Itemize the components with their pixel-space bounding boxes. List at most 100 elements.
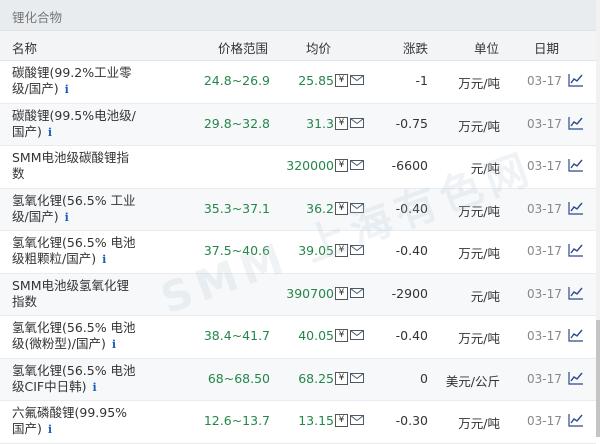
yen-icon[interactable]: ¥ [335,286,348,300]
trend-chart-icon[interactable] [568,328,584,342]
price-change: 0 [420,370,428,386]
unit: 万元/吨 [458,246,500,261]
mail-icon[interactable] [350,160,364,170]
col-date-header: 日期 [534,41,560,56]
table-row[interactable]: 氢氧化锂(56.5% 电池级粗颗粒/国产) i 37.5~40.6 39.05 ¥… [0,231,596,274]
date: 03-17 [527,329,562,343]
yen-icon[interactable]: ¥ [335,244,348,257]
product-name[interactable]: 碳酸锂(99.5%电池级/国产) i [12,108,137,141]
date: 03-17 [527,159,562,173]
info-icon[interactable]: i [112,337,116,353]
product-name[interactable]: 氢氧化锂(56.5% 工业级/国产) i [12,193,137,226]
action-icons: ¥ [335,74,367,88]
yen-icon[interactable]: ¥ [335,74,348,87]
trend-chart-icon[interactable] [568,201,584,215]
action-icons: ¥ [335,201,367,216]
section-title: 锂化合物 [12,10,63,25]
info-icon[interactable]: i [92,380,96,396]
table-row[interactable]: SMM电池级氢氧化锂指数 390700 ¥ -2900 元/吨 03-17 [0,273,596,316]
price-table-body: 碳酸锂(99.2%工业零级/国产) i 24.8~26.9 25.85 ¥ -1 … [0,61,596,444]
table-row[interactable]: 氢氧化锂(56.5% 电池级CIF中日韩) i 68~68.50 68.25 ¥ … [0,358,596,401]
table-row[interactable]: 氢氧化锂(56.5% 工业级/国产) i 35.3~37.1 36.2 ¥ -0.… [0,188,596,231]
yen-icon[interactable]: ¥ [335,159,348,172]
product-name-text[interactable]: 氢氧化锂(56.5% 工业级/国产) [12,193,136,224]
price-range: 29.8~32.8 [203,115,270,131]
unit: 美元/公斤 [445,373,500,389]
product-name[interactable]: SMM电池级碳酸锂指数 [12,150,137,182]
mail-icon[interactable] [350,287,364,298]
product-name-text[interactable]: 六氟磷酸锂(99.95%国产) [12,405,127,436]
info-icon[interactable]: i [65,82,69,98]
trend-chart-icon[interactable] [568,243,584,257]
product-name[interactable]: 六氟磷酸锂(99.95%国产) i [12,405,137,438]
yen-icon[interactable]: ¥ [335,201,348,215]
yen-icon[interactable]: ¥ [335,116,348,130]
unit: 元/吨 [470,161,500,176]
product-name-text[interactable]: 氢氧化锂(56.5% 电池级粗颗粒/国产) [12,235,136,266]
product-name-text[interactable]: SMM电池级碳酸锂指数 [12,150,129,181]
yen-icon[interactable]: ¥ [335,329,348,342]
col-range-header: 价格范围 [218,41,269,56]
mail-icon[interactable] [350,372,364,383]
product-name[interactable]: 氢氧化锂(56.5% 电池级(微粉型)/国产) i [12,320,137,353]
price-change: -0.40 [395,328,428,343]
date: 03-17 [527,244,562,258]
info-icon[interactable]: i [48,125,52,141]
price-change: -6600 [391,158,428,173]
action-icons: ¥ [335,116,367,131]
price-range: 37.5~40.6 [203,243,270,258]
trend-chart-icon[interactable] [568,371,584,385]
mail-icon[interactable] [350,245,364,255]
trend-chart-icon[interactable] [568,158,584,172]
info-icon[interactable]: i [48,422,52,438]
product-name-text[interactable]: SMM电池级氢氧化锂指数 [12,278,129,309]
price-range: 35.3~37.1 [203,200,270,216]
average-price: 13.15 [298,413,334,428]
mail-icon[interactable] [350,330,364,340]
yen-icon[interactable]: ¥ [335,371,348,385]
price-range: 68~68.50 [207,370,270,386]
product-name-text[interactable]: 氢氧化锂(56.5% 电池级CIF中日韩) [12,363,136,394]
unit: 万元/吨 [458,76,500,91]
mail-icon[interactable] [350,75,364,85]
price-change: -0.40 [395,200,428,216]
mail-icon[interactable] [350,415,364,425]
trend-chart-icon[interactable] [568,116,584,130]
action-icons: ¥ [335,159,367,173]
average-price: 40.05 [298,328,334,343]
unit: 元/吨 [470,288,500,304]
product-name-text[interactable]: 碳酸锂(99.5%电池级/国产) [12,108,136,139]
table-row[interactable]: 氢氧化锂(56.5% 电池级(微粉型)/国产) i 38.4~41.7 40.05… [0,316,596,359]
info-icon[interactable]: i [102,252,106,268]
mail-icon[interactable] [350,117,364,128]
average-price: 39.05 [298,243,334,258]
col-avg-header: 均价 [306,41,332,56]
unit: 万元/吨 [458,416,500,431]
date: 03-17 [527,74,562,88]
product-name-text[interactable]: 碳酸锂(99.2%工业零级/国产) [12,65,132,96]
trend-chart-icon[interactable] [568,286,584,300]
date: 03-17 [527,371,562,386]
product-name[interactable]: 碳酸锂(99.2%工业零级/国产) i [12,65,137,98]
product-name[interactable]: 氢氧化锂(56.5% 电池级CIF中日韩) i [12,363,137,396]
action-icons: ¥ [335,244,367,258]
average-price: 320000 [286,158,334,173]
product-name[interactable]: SMM电池级氢氧化锂指数 [12,278,137,310]
unit: 万元/吨 [458,203,500,219]
product-name[interactable]: 氢氧化锂(56.5% 电池级粗颗粒/国产) i [12,235,137,268]
table-row[interactable]: 六氟磷酸锂(99.95%国产) i 12.6~13.7 13.15 ¥ -0.30… [0,401,596,444]
col-unit-header: 单位 [474,41,500,56]
scrollbar-thumb[interactable] [596,320,600,437]
table-row[interactable]: 碳酸锂(99.2%工业零级/国产) i 24.8~26.9 25.85 ¥ -1 … [0,61,596,104]
info-icon[interactable]: i [65,210,69,226]
col-name-header: 名称 [12,41,38,56]
table-row[interactable]: 碳酸锂(99.5%电池级/国产) i 29.8~32.8 31.3 ¥ -0.75… [0,103,596,146]
price-change: -2900 [391,285,428,301]
mail-icon[interactable] [350,202,364,213]
trend-chart-icon[interactable] [568,73,584,87]
table-row[interactable]: SMM电池级碳酸锂指数 320000 ¥ -6600 元/吨 03-17 [0,146,596,189]
column-header-row: 名称 价格范围 均价 涨跌 单位 日期 [0,31,596,61]
product-name-text[interactable]: 氢氧化锂(56.5% 电池级(微粉型)/国产) [12,320,136,351]
trend-chart-icon[interactable] [568,413,584,427]
yen-icon[interactable]: ¥ [335,414,348,427]
